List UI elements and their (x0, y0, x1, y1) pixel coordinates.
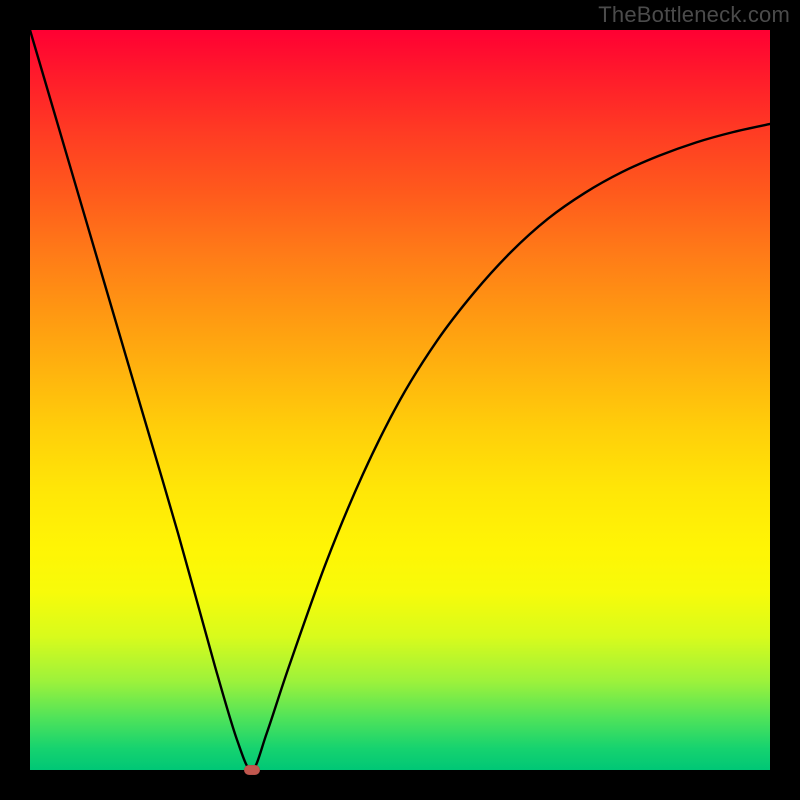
chart-frame: TheBottleneck.com (0, 0, 800, 800)
curve-svg (30, 30, 770, 770)
plot-area (30, 30, 770, 770)
watermark-text: TheBottleneck.com (598, 2, 790, 28)
bottleneck-curve-path (30, 30, 770, 770)
minimum-marker (244, 765, 260, 775)
